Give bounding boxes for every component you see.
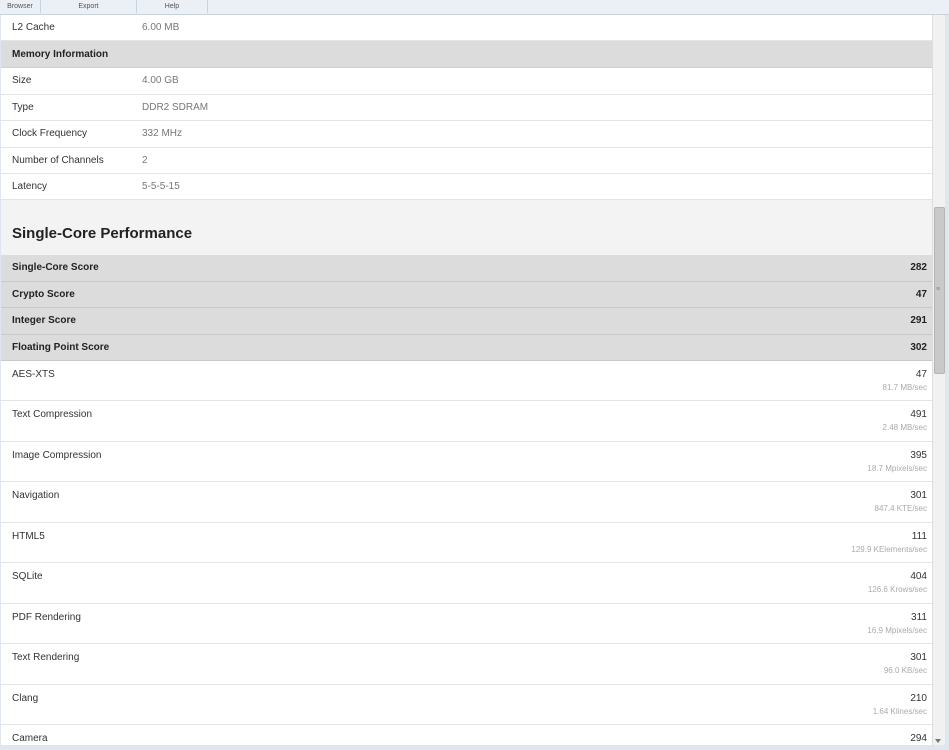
vertical-scrollbar[interactable]: ≡ bbox=[932, 15, 945, 745]
info-value: 5-5-5-15 bbox=[142, 180, 180, 192]
benchmark-label: Text Compression bbox=[12, 409, 93, 421]
info-value: DDR2 SDRAM bbox=[142, 101, 209, 113]
benchmark-score: 301 bbox=[910, 490, 927, 502]
benchmark-score: 301 bbox=[910, 652, 927, 664]
summary-score: 47 bbox=[915, 288, 927, 300]
info-row-channels: Number of Channels 2 bbox=[1, 148, 932, 174]
benchmark-label: Image Compression bbox=[12, 449, 102, 461]
summary-label: Single-Core Score bbox=[12, 262, 99, 274]
info-row-size: Size 4.00 GB bbox=[1, 68, 932, 95]
benchmark-row-aes-xts: AES-XTS 47 81.7 MB/sec bbox=[1, 360, 932, 402]
info-key: Latency bbox=[12, 180, 48, 192]
benchmark-rate: 96.0 KB/sec bbox=[883, 666, 927, 676]
grip-lines-icon: ≡ bbox=[936, 286, 941, 293]
benchmark-row-text-rendering: Text Rendering 301 96.0 KB/sec bbox=[1, 644, 932, 685]
benchmark-label: AES-XTS bbox=[12, 368, 55, 380]
arrow-down-icon[interactable] bbox=[935, 739, 941, 743]
info-row-l2-cache: L2 Cache 6.00 MB bbox=[1, 15, 932, 42]
benchmark-rate: 16.9 Mpixels/sec bbox=[867, 625, 927, 635]
benchmark-label: HTML5 bbox=[12, 530, 45, 542]
benchmark-row-html5: HTML5 111 129.9 KElements/sec bbox=[1, 522, 932, 564]
benchmark-score: 395 bbox=[910, 449, 927, 461]
info-key: Number of Channels bbox=[12, 154, 104, 166]
summary-row-integer: Integer Score 291 bbox=[1, 308, 932, 335]
benchmark-rate: 847.4 KTE/sec bbox=[874, 504, 927, 514]
benchmark-row-image-compression: Image Compression 395 18.7 Mpixels/sec bbox=[1, 441, 932, 483]
scrollbar-thumb[interactable]: ≡ bbox=[934, 207, 945, 374]
benchmark-row-navigation: Navigation 301 847.4 KTE/sec bbox=[1, 482, 932, 523]
info-row-latency: Latency 5-5-5-15 bbox=[1, 174, 932, 201]
summary-row-single-core: Single-Core Score 282 bbox=[1, 255, 932, 282]
benchmark-score: 311 bbox=[911, 611, 927, 623]
menu-bar: Browser Export Help bbox=[0, 0, 949, 15]
section-title: Single-Core Performance bbox=[12, 225, 193, 243]
benchmark-score: 491 bbox=[910, 409, 927, 421]
summary-label: Crypto Score bbox=[12, 288, 75, 300]
menu-browser[interactable]: Browser bbox=[0, 0, 41, 13]
benchmark-rate: 126.6 Krows/sec bbox=[867, 585, 927, 595]
benchmark-score: 404 bbox=[910, 571, 927, 583]
benchmark-rate: 129.9 KElements/sec bbox=[851, 544, 927, 554]
benchmark-label: SQLite bbox=[12, 571, 43, 583]
benchmark-row-clang: Clang 210 1.64 Klines/sec bbox=[1, 684, 932, 726]
info-value: 2 bbox=[142, 154, 148, 166]
summary-label: Floating Point Score bbox=[12, 341, 110, 353]
benchmark-label: PDF Rendering bbox=[12, 611, 81, 623]
benchmark-label: Navigation bbox=[12, 490, 60, 502]
benchmark-row-sqlite: SQLite 404 126.6 Krows/sec bbox=[1, 563, 932, 604]
benchmark-score: 111 bbox=[911, 530, 927, 542]
info-row-type: Type DDR2 SDRAM bbox=[1, 95, 932, 122]
benchmark-label: Clang bbox=[12, 692, 39, 704]
benchmark-score: 210 bbox=[910, 692, 927, 704]
section-header-label: Memory Information bbox=[12, 49, 109, 61]
info-value: 4.00 GB bbox=[142, 75, 179, 87]
benchmark-rate: 1.64 Klines/sec bbox=[872, 706, 927, 716]
menu-export[interactable]: Export bbox=[41, 0, 137, 13]
info-key: L2 Cache bbox=[12, 22, 55, 33]
memory-section-header: Memory Information bbox=[1, 41, 932, 69]
benchmark-label: Text Rendering bbox=[12, 652, 80, 664]
info-row-clock-frequency: Clock Frequency 332 MHz bbox=[1, 121, 932, 148]
benchmark-rate: 18.7 Mpixels/sec bbox=[867, 463, 927, 473]
benchmark-label: Camera bbox=[12, 733, 48, 745]
benchmark-score: 294 bbox=[910, 733, 927, 745]
summary-score: 302 bbox=[910, 341, 927, 353]
menu-help[interactable]: Help bbox=[137, 0, 208, 13]
info-value: 332 MHz bbox=[142, 128, 183, 140]
benchmark-row-camera: Camera 294 bbox=[1, 725, 932, 745]
summary-score: 282 bbox=[910, 262, 927, 274]
summary-row-crypto: Crypto Score 47 bbox=[1, 281, 932, 309]
summary-score: 291 bbox=[910, 315, 927, 327]
benchmark-score: 47 bbox=[915, 368, 927, 380]
benchmark-rate: 2.48 MB/sec bbox=[882, 423, 927, 433]
summary-label: Integer Score bbox=[12, 315, 76, 327]
summary-row-floating-point: Floating Point Score 302 bbox=[1, 334, 932, 361]
benchmark-row-text-compression: Text Compression 491 2.48 MB/sec bbox=[1, 401, 932, 442]
info-key: Type bbox=[12, 101, 34, 113]
info-key: Clock Frequency bbox=[12, 128, 88, 140]
info-value: 6.00 MB bbox=[142, 22, 180, 33]
single-core-section-title: Single-Core Performance bbox=[1, 200, 932, 256]
info-key: Size bbox=[12, 75, 32, 87]
benchmark-rate: 81.7 MB/sec bbox=[882, 382, 927, 392]
benchmark-row-pdf-rendering: PDF Rendering 311 16.9 Mpixels/sec bbox=[1, 603, 932, 645]
results-panel: L2 Cache 6.00 MB Memory Information Size… bbox=[1, 15, 932, 745]
